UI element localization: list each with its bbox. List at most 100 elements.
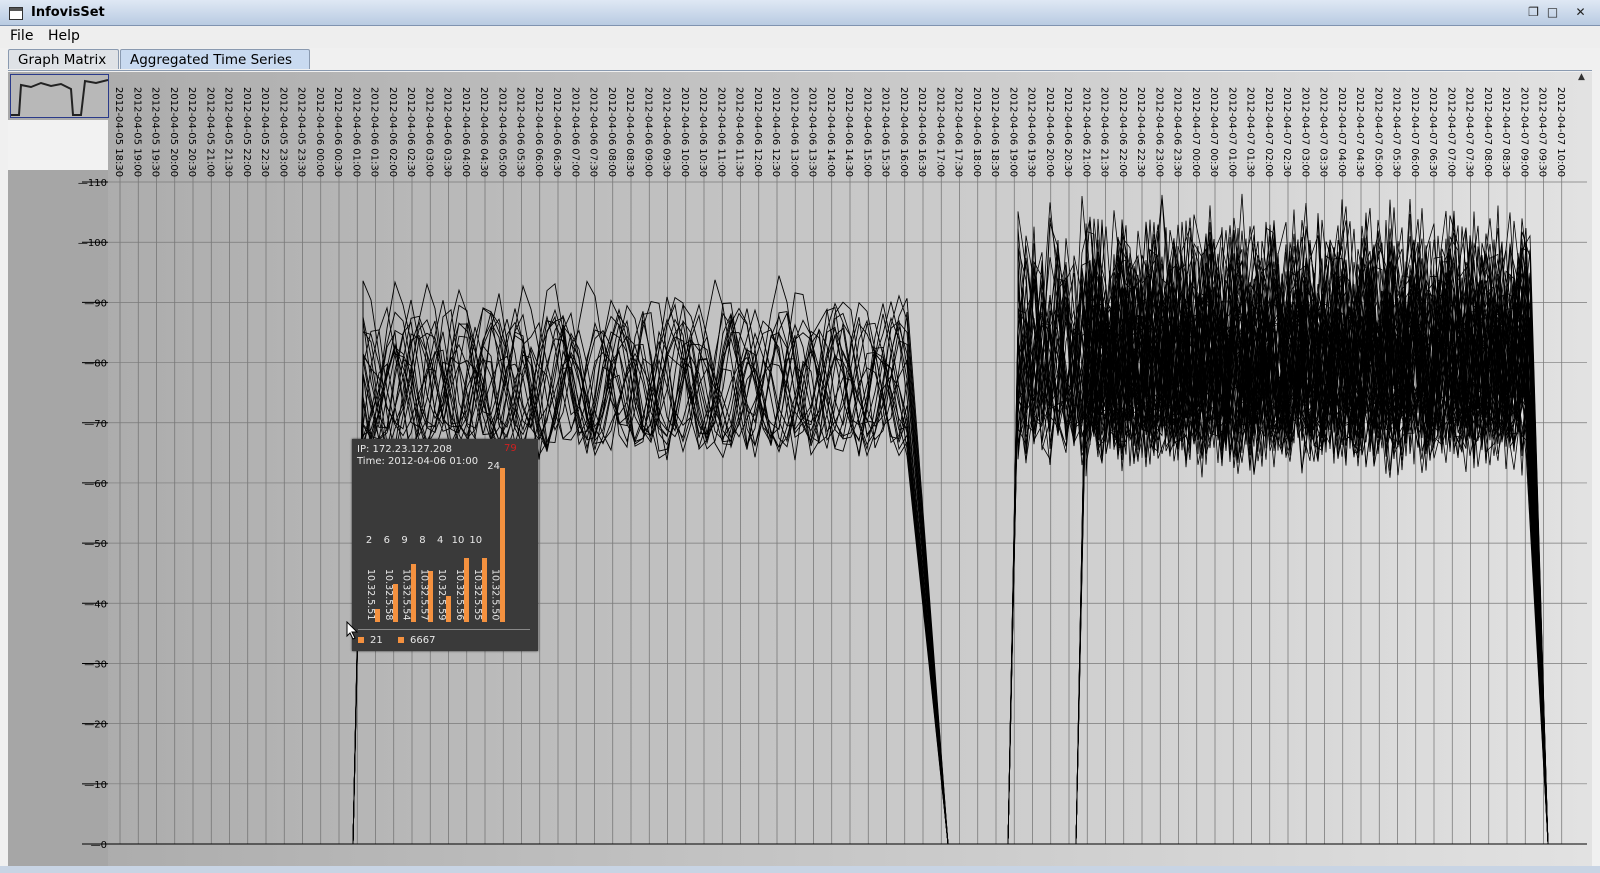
y-tick-label: —0 <box>91 840 107 851</box>
time-tick-label: 2012-04-06 22:00 <box>1117 87 1128 177</box>
menu-file[interactable]: File <box>10 28 33 44</box>
time-tick-label: 2012-04-06 19:00 <box>1007 87 1018 177</box>
time-tick-label: 2012-04-06 00:00 <box>314 87 325 177</box>
time-tick-label: 2012-04-06 20:00 <box>1044 87 1055 177</box>
time-tick-label: 2012-04-06 13:30 <box>807 87 818 177</box>
time-tick-label: 2012-04-07 01:30 <box>1245 87 1256 177</box>
window-bottom-border <box>0 866 1600 873</box>
time-tick-label: 2012-04-06 07:30 <box>588 87 599 177</box>
time-tick-label: 2012-04-07 03:00 <box>1299 87 1310 177</box>
tooltip-bar <box>428 570 434 622</box>
mouse-pointer-icon <box>346 621 359 640</box>
scroll-up-icon[interactable]: ▲ <box>1578 72 1590 86</box>
tooltip-bar-label: 10.32.5.57 <box>418 569 430 621</box>
time-tick-label: 2012-04-05 20:30 <box>186 87 197 177</box>
menu-help[interactable]: Help <box>48 28 80 44</box>
time-tick-label: 2012-04-06 21:00 <box>1080 87 1091 177</box>
app-icon <box>9 7 23 20</box>
time-tick-label: 2012-04-06 15:30 <box>880 87 891 177</box>
close-button[interactable]: ✕ <box>1573 5 1588 20</box>
y-tick-label: —110 <box>78 178 107 189</box>
time-tick-label: 2012-04-06 06:30 <box>551 87 562 177</box>
time-tick-label: 2012-04-05 21:30 <box>223 87 234 177</box>
time-tick-label: 2012-04-06 14:30 <box>843 87 854 177</box>
time-tick-label: 2012-04-07 09:30 <box>1537 87 1548 177</box>
time-tick-label: 2012-04-06 13:00 <box>788 87 799 177</box>
tooltip-bar-label: 10.32.5.58 <box>382 569 394 621</box>
time-tick-label: 2012-04-05 22:30 <box>259 87 270 177</box>
tooltip-bar-value: 4 <box>437 535 444 546</box>
time-tick-label: 2012-04-06 23:00 <box>1153 87 1164 177</box>
chart-background <box>8 72 1592 866</box>
time-tick-label: 2012-04-06 20:30 <box>1062 87 1073 177</box>
legend-item-6667: 6667 <box>398 635 435 646</box>
time-tick-label: 2012-04-05 23:00 <box>277 87 288 177</box>
time-tick-label: 2012-04-06 14:00 <box>825 87 836 177</box>
y-axis-panel <box>8 170 108 866</box>
time-tick-label: 2012-04-06 04:30 <box>478 87 489 177</box>
time-tick-label: 2012-04-06 12:30 <box>770 87 781 177</box>
time-tick-label: 2012-04-06 01:00 <box>350 87 361 177</box>
y-tick-label: —10 <box>84 780 107 791</box>
tab-aggregated-time-series[interactable]: Aggregated Time Series <box>120 49 310 69</box>
overview-thumbnail[interactable] <box>10 74 109 118</box>
y-tick-label: —40 <box>84 599 107 610</box>
y-tick-label: —100 <box>78 238 107 249</box>
window-title: InfovisSet <box>31 5 105 20</box>
time-tick-label: 2012-04-07 07:30 <box>1464 87 1475 177</box>
time-tick-label: 2012-04-06 04:00 <box>460 87 471 177</box>
time-tick-label: 2012-04-06 19:30 <box>1026 87 1037 177</box>
time-tick-label: 2012-04-06 05:00 <box>496 87 507 177</box>
time-tick-label: 2012-04-06 23:30 <box>1172 87 1183 177</box>
time-series-chart[interactable]: 2012-04-05 18:30 2012-04-05 19:00 2012-04-… <box>8 72 1592 866</box>
time-tick-label: 2012-04-06 12:00 <box>752 87 763 177</box>
tooltip-popup: IP: 172.23.127.208 Time: 2012-04-06 01:0… <box>352 439 538 651</box>
time-tick-label: 2012-04-06 00:30 <box>332 87 343 177</box>
time-tick-label: 2012-04-07 06:30 <box>1427 87 1438 177</box>
tooltip-count: 79 <box>504 443 517 454</box>
time-tick-label: 2012-04-06 02:00 <box>387 87 398 177</box>
time-tick-label: 2012-04-06 16:00 <box>898 87 909 177</box>
time-tick-label: 2012-04-07 05:00 <box>1372 87 1383 177</box>
time-tick-label: 2012-04-07 00:00 <box>1190 87 1201 177</box>
time-tick-label: 2012-04-07 10:00 <box>1555 87 1566 177</box>
time-tick-label: 2012-04-05 20:00 <box>168 87 179 177</box>
time-tick-label: 2012-04-07 07:00 <box>1445 87 1456 177</box>
tab-graph-matrix[interactable]: Graph Matrix <box>8 49 119 69</box>
y-tick-label: —20 <box>84 720 107 731</box>
tooltip-bar-label: 10.32.5.55 <box>471 569 483 621</box>
time-tick-label: 2012-04-06 21:30 <box>1099 87 1110 177</box>
y-tick-label: —60 <box>84 479 107 490</box>
time-tick-label: 2012-04-06 08:30 <box>624 87 635 177</box>
tooltip-bar-label: 10.32.5.59 <box>436 569 448 621</box>
maximize-button[interactable]: □ <box>1545 5 1560 20</box>
overview-sparkline <box>11 79 109 116</box>
time-tick-label: 2012-04-06 18:00 <box>971 87 982 177</box>
tooltip-time: Time: 2012-04-06 01:00 <box>357 456 479 467</box>
y-tick-label: —70 <box>84 419 107 430</box>
time-tick-label: 2012-04-06 01:30 <box>369 87 380 177</box>
tooltip-bar-label: 10.32.5.51 <box>365 569 376 621</box>
time-tick-label: 2012-04-06 05:30 <box>515 87 526 177</box>
time-tick-label: 2012-04-06 09:30 <box>661 87 672 177</box>
minimize-button[interactable]: ❐ <box>1526 5 1541 20</box>
tooltip-bar-value: 8 <box>419 535 426 546</box>
chart-panel: 2012-04-05 18:30 2012-04-05 19:00 2012-04-… <box>8 72 1592 866</box>
legend-item-21: 21 <box>358 635 383 646</box>
time-tick-label: 2012-04-07 00:30 <box>1208 87 1219 177</box>
time-tick-label: 2012-04-07 08:30 <box>1500 87 1511 177</box>
time-tick-label: 2012-04-05 22:00 <box>241 87 252 177</box>
time-tick-label: 2012-04-06 03:30 <box>442 87 453 177</box>
time-tick-label: 2012-04-07 05:30 <box>1391 87 1402 177</box>
y-tick-label: —30 <box>84 659 107 670</box>
thumbnail-panel <box>8 120 108 170</box>
time-tick-label: 2012-04-07 08:00 <box>1482 87 1493 177</box>
tooltip-axis <box>358 629 530 630</box>
time-tick-label: 2012-04-06 11:00 <box>715 87 726 177</box>
tooltip-bar-label: 10.32.5.50 <box>489 569 501 621</box>
time-tick-label: 2012-04-06 06:00 <box>533 87 544 177</box>
time-tick-label: 2012-04-06 09:00 <box>642 87 653 177</box>
time-tick-label: 2012-04-07 09:00 <box>1518 87 1529 177</box>
time-tick-label: 2012-04-06 03:00 <box>423 87 434 177</box>
time-tick-label: 2012-04-07 04:30 <box>1354 87 1365 177</box>
